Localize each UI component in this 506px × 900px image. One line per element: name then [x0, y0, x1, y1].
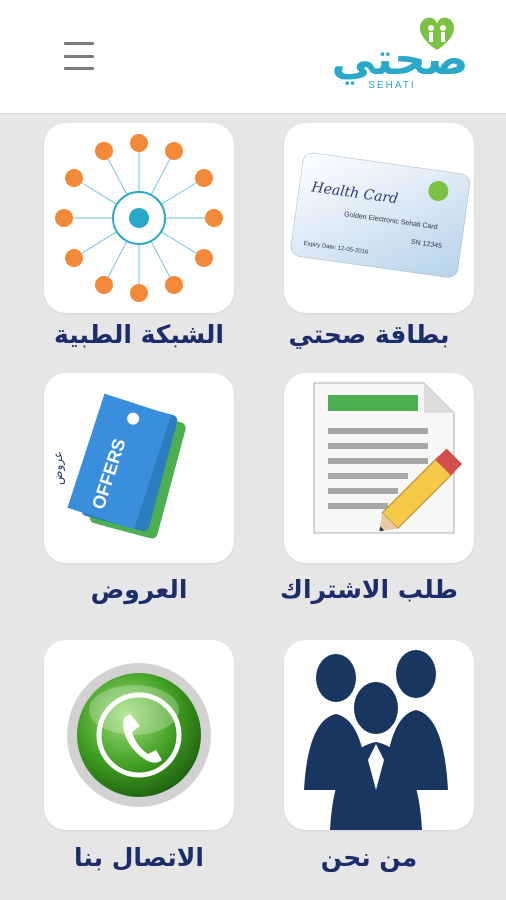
- health-card-tile[interactable]: Health Card Golden Electronic Sehati Car…: [284, 123, 474, 313]
- medical-network-tile[interactable]: [44, 123, 234, 313]
- svg-text:صحتي: صحتي: [332, 34, 469, 85]
- svg-text:عروض: عروض: [51, 451, 66, 485]
- subscription-label[interactable]: طلب الاشتراك: [254, 575, 484, 604]
- logo-subtext: SEHATI: [368, 80, 416, 91]
- medical-network-label[interactable]: الشبكة الطبية: [24, 320, 254, 349]
- health-card-icon: Health Card Golden Electronic Sehati Car…: [290, 152, 471, 278]
- contact-us-label[interactable]: الاتصال بنا: [24, 843, 254, 872]
- hamburger-menu-icon[interactable]: [64, 42, 100, 70]
- subscription-form-icon: [313, 382, 463, 534]
- app-header: صحتي SEHATI: [0, 0, 506, 114]
- about-us-label[interactable]: من نحن: [254, 843, 484, 872]
- offers-label[interactable]: العروض: [24, 575, 254, 604]
- subscription-tile[interactable]: [284, 373, 474, 563]
- about-us-tile[interactable]: [284, 640, 474, 830]
- medical-network-icon: [55, 134, 223, 302]
- phone-call-icon: [67, 663, 211, 807]
- contact-us-tile[interactable]: [44, 640, 234, 830]
- offers-tags-icon: OFFERS عروض: [51, 393, 186, 539]
- offers-tile[interactable]: OFFERS عروض: [44, 373, 234, 563]
- team-people-icon: [304, 650, 448, 830]
- sehati-logo: صحتي: [332, 17, 469, 85]
- health-card-label[interactable]: بطاقة صحتي: [254, 320, 484, 349]
